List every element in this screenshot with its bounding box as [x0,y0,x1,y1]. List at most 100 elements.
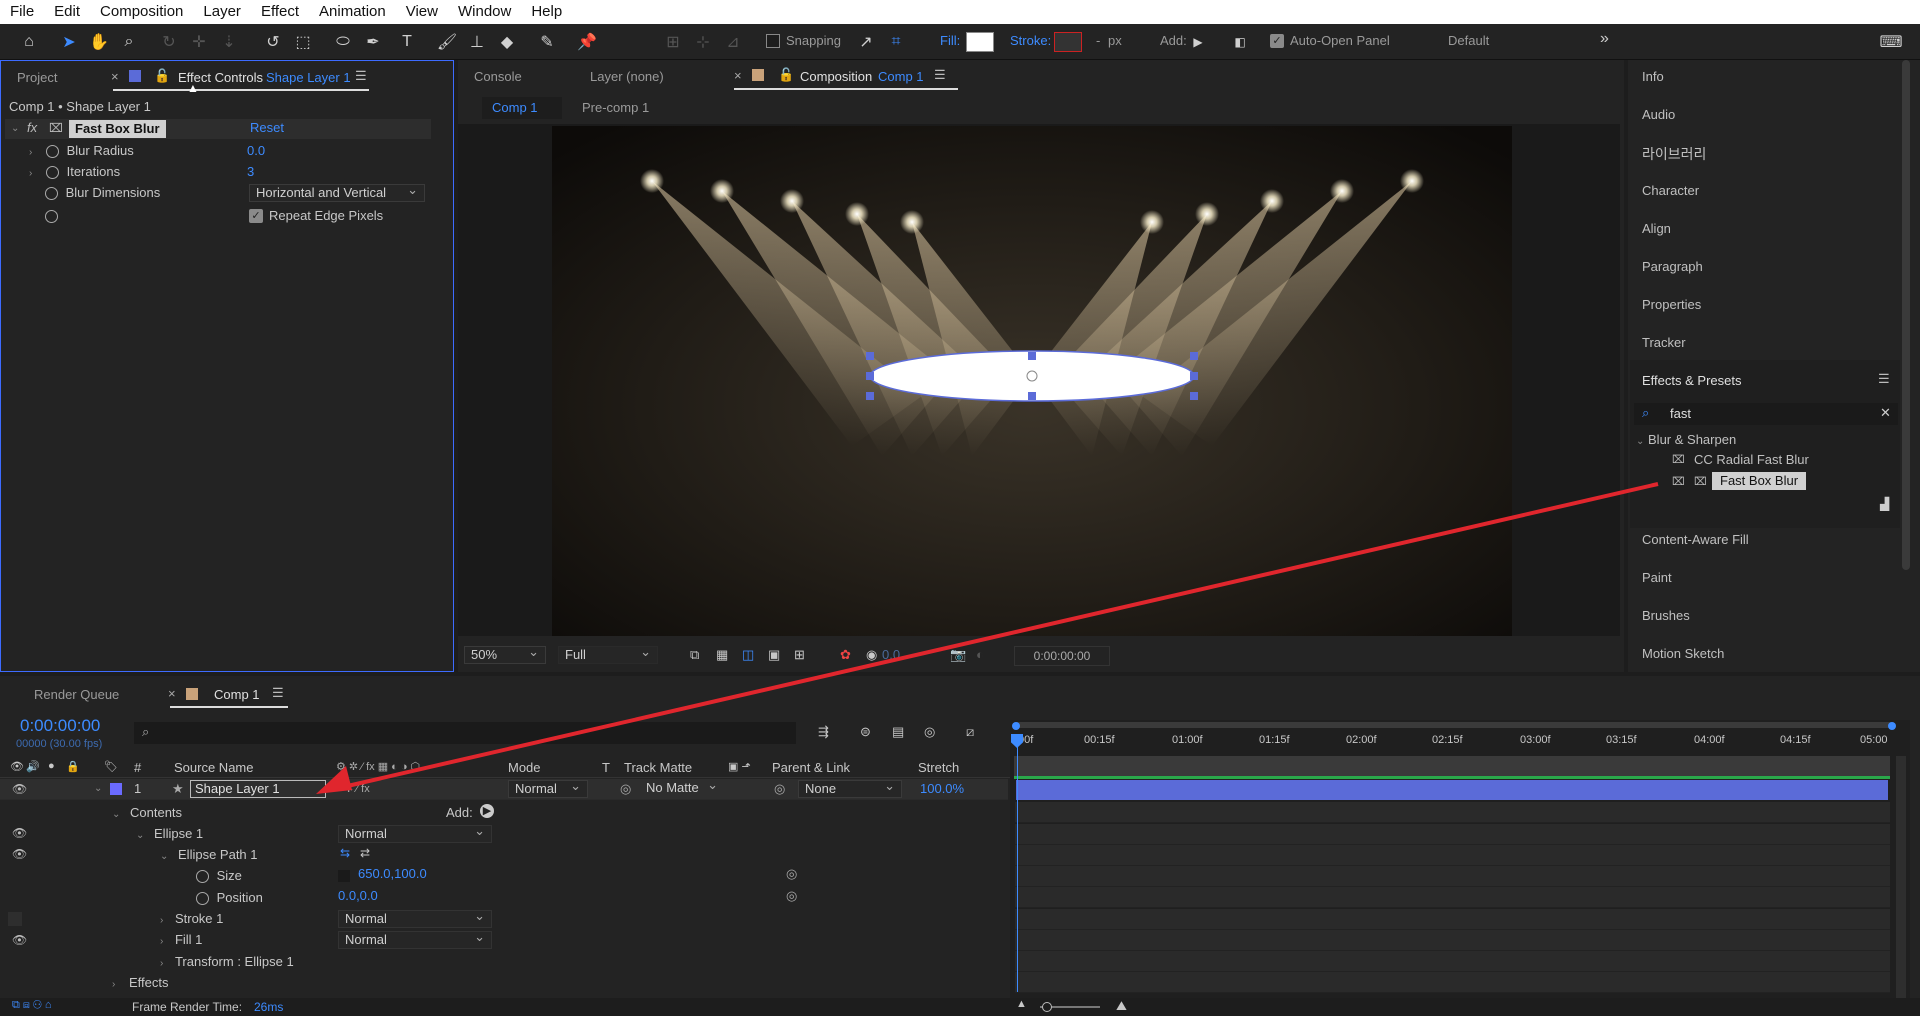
workspace-default[interactable]: Default [1448,33,1489,48]
col-mode[interactable]: Mode [508,760,541,775]
effect-name[interactable]: Fast Box Blur [69,120,166,138]
axis-world-icon[interactable]: ⊹ [690,30,716,54]
viewer-timecode[interactable]: 0:00:00:00 [1014,646,1110,666]
layer-duration-bar[interactable] [1016,780,1888,800]
snapshot-icon[interactable]: 📷 [950,647,966,663]
contents-row[interactable]: ⌄ Contents [112,803,182,823]
tab-composition-name[interactable]: Comp 1 [878,69,924,84]
panel-libraries[interactable]: 라이브러리 [1642,144,1706,164]
transform-row[interactable]: › Transform : Ellipse 1 [160,952,294,972]
fill-mode-dropdown[interactable]: Normal [338,929,492,949]
brush-tool-icon[interactable]: 🖌 [434,30,460,54]
menu-window[interactable]: Window [448,0,521,24]
snapping-checkbox[interactable] [766,34,780,48]
effect-row-fast-box-blur[interactable]: ⌄ fx ⌧ Fast Box Blur Reset [5,119,431,139]
panel-info[interactable]: Info [1642,69,1664,84]
tab-render-queue[interactable]: Render Queue [34,687,119,702]
position-value[interactable]: 0.0,0.0 [338,888,378,903]
selection-tool-icon[interactable]: ➤ [56,30,82,54]
ellipse-mode-dropdown[interactable]: Normal [338,823,492,843]
panel-audio[interactable]: Audio [1642,107,1675,122]
tool-options-icon[interactable]: ◧ [1230,30,1250,54]
tab-console[interactable]: Console [474,69,522,84]
result-fast-box-blur[interactable]: Fast Box Blur [1712,472,1807,490]
effects-row[interactable]: › Effects [112,973,168,993]
layer-mode-dropdown[interactable]: Normal [508,778,588,798]
stroke-swatch[interactable] [1054,32,1082,52]
fill-swatch[interactable] [966,32,994,52]
panel-menu-icon[interactable]: ☰ [934,67,946,83]
roto-brush-icon[interactable]: ✎ [534,30,560,54]
path-direction-icon[interactable]: ⇆ [340,846,350,860]
pan-behind-icon[interactable]: ✛ [186,30,212,54]
menu-edit[interactable]: Edit [44,0,90,24]
panel-align[interactable]: Align [1642,221,1671,236]
new-folder-icon[interactable]: ▟ [1880,497,1889,511]
path-direction-reverse-icon[interactable]: ⇄ [360,846,370,860]
auto-open-checkbox[interactable]: ✓ [1270,34,1284,48]
shy-layers-icon[interactable]: ⊜ [860,724,871,740]
stroke-label[interactable]: Stroke: [1010,33,1051,48]
constrain-proportions-icon[interactable] [338,870,350,882]
audio-toggle-icon[interactable]: 🔊 [26,760,40,773]
frame-blending-icon[interactable]: ▤ [892,724,904,740]
menu-layer[interactable]: Layer [193,0,251,24]
stopwatch-icon[interactable] [45,145,59,159]
tab-timeline-comp1[interactable]: Comp 1 [214,687,260,702]
layer-row-shape-layer-1[interactable]: 👁 ⌄ 1 ★ Shape Layer 1 ✲ ⁄ fx Normal ◎ No… [0,777,1008,800]
col-parent-link[interactable]: Parent & Link [772,760,850,775]
timeline-timecode[interactable]: 0:00:00:00 [20,716,100,736]
panel-menu-icon[interactable]: ☰ [272,685,284,701]
panel-character[interactable]: Character [1642,183,1699,198]
blur-radius-value[interactable]: 0.0 [247,141,265,161]
solo-icon[interactable]: ● [48,760,55,772]
work-area-end-handle[interactable] [1888,722,1896,730]
ellipse-path-row[interactable]: ⌄ Ellipse Path 1 [160,845,258,865]
panel-paragraph[interactable]: Paragraph [1642,259,1703,274]
zoom-slider-handle[interactable] [1042,1002,1052,1012]
stroke-mode-dropdown[interactable]: Normal [338,908,492,928]
tab-layer[interactable]: Layer (none) [590,69,664,84]
time-ruler[interactable]: 00f 00:15f 01:00f 01:15f 02:00f 02:15f 0… [1014,732,1894,754]
col-stretch[interactable]: Stretch [918,760,959,775]
reset-link[interactable]: Reset [250,120,284,135]
menu-file[interactable]: File [0,0,44,24]
parent-pickwhip-icon[interactable]: ◎ [774,781,785,797]
comp-canvas[interactable] [552,126,1512,636]
mask-visibility-icon[interactable]: ◫ [742,647,754,663]
stopwatch-icon[interactable] [45,210,58,224]
lock-icon[interactable]: 🔓 [154,68,170,84]
axis-local-icon[interactable]: ⊞ [660,30,686,54]
panel-tracker[interactable]: Tracker [1642,335,1686,350]
hand-tool-icon[interactable]: ✋ [86,30,112,54]
search-help-icon[interactable]: ⌨ [1876,30,1906,54]
exposure-value[interactable]: 0.0 [882,647,900,662]
zoom-tool-icon[interactable]: ⌕ [116,30,142,54]
color-management-icon[interactable]: ◉ [866,647,877,663]
panel-content-aware-fill[interactable]: Content-Aware Fill [1642,532,1749,547]
menu-animation[interactable]: Animation [309,0,396,24]
result-cc-radial-fast-blur[interactable]: CC Radial Fast Blur [1694,452,1809,467]
stretch-value[interactable]: 100.0% [920,781,964,796]
menu-help[interactable]: Help [521,0,572,24]
close-icon[interactable]: × [111,69,119,84]
col-source-name[interactable]: Source Name [174,760,253,775]
puppet-tool-icon[interactable]: 📌 [574,30,600,54]
visibility-eye-icon[interactable]: 👁 [12,826,27,840]
stopwatch-icon[interactable] [196,870,209,884]
layer-switches[interactable]: ✲ ⁄ fx [344,782,370,795]
category-blur-sharpen[interactable]: ⌄ Blur & Sharpen [1636,432,1736,447]
panel-menu-icon[interactable]: ☰ [1878,371,1890,387]
right-scrollbar[interactable] [1902,60,1910,570]
layer-label-color[interactable] [110,783,122,795]
breadcrumb-comp1[interactable]: Comp 1 [482,97,562,119]
pen-tool-icon[interactable]: ✒ [360,30,386,54]
type-tool-icon[interactable]: T [394,30,420,54]
menu-composition[interactable]: Composition [90,0,193,24]
dolly-tool-icon[interactable]: ⇣ [216,30,242,54]
stopwatch-icon[interactable] [45,166,59,180]
snap-features-icon[interactable]: ⌗ [886,30,906,54]
timeline-scrollbar[interactable] [1896,756,1906,1006]
axis-view-icon[interactable]: ⊿ [720,30,746,54]
panel-motion-sketch[interactable]: Motion Sketch [1642,646,1724,661]
